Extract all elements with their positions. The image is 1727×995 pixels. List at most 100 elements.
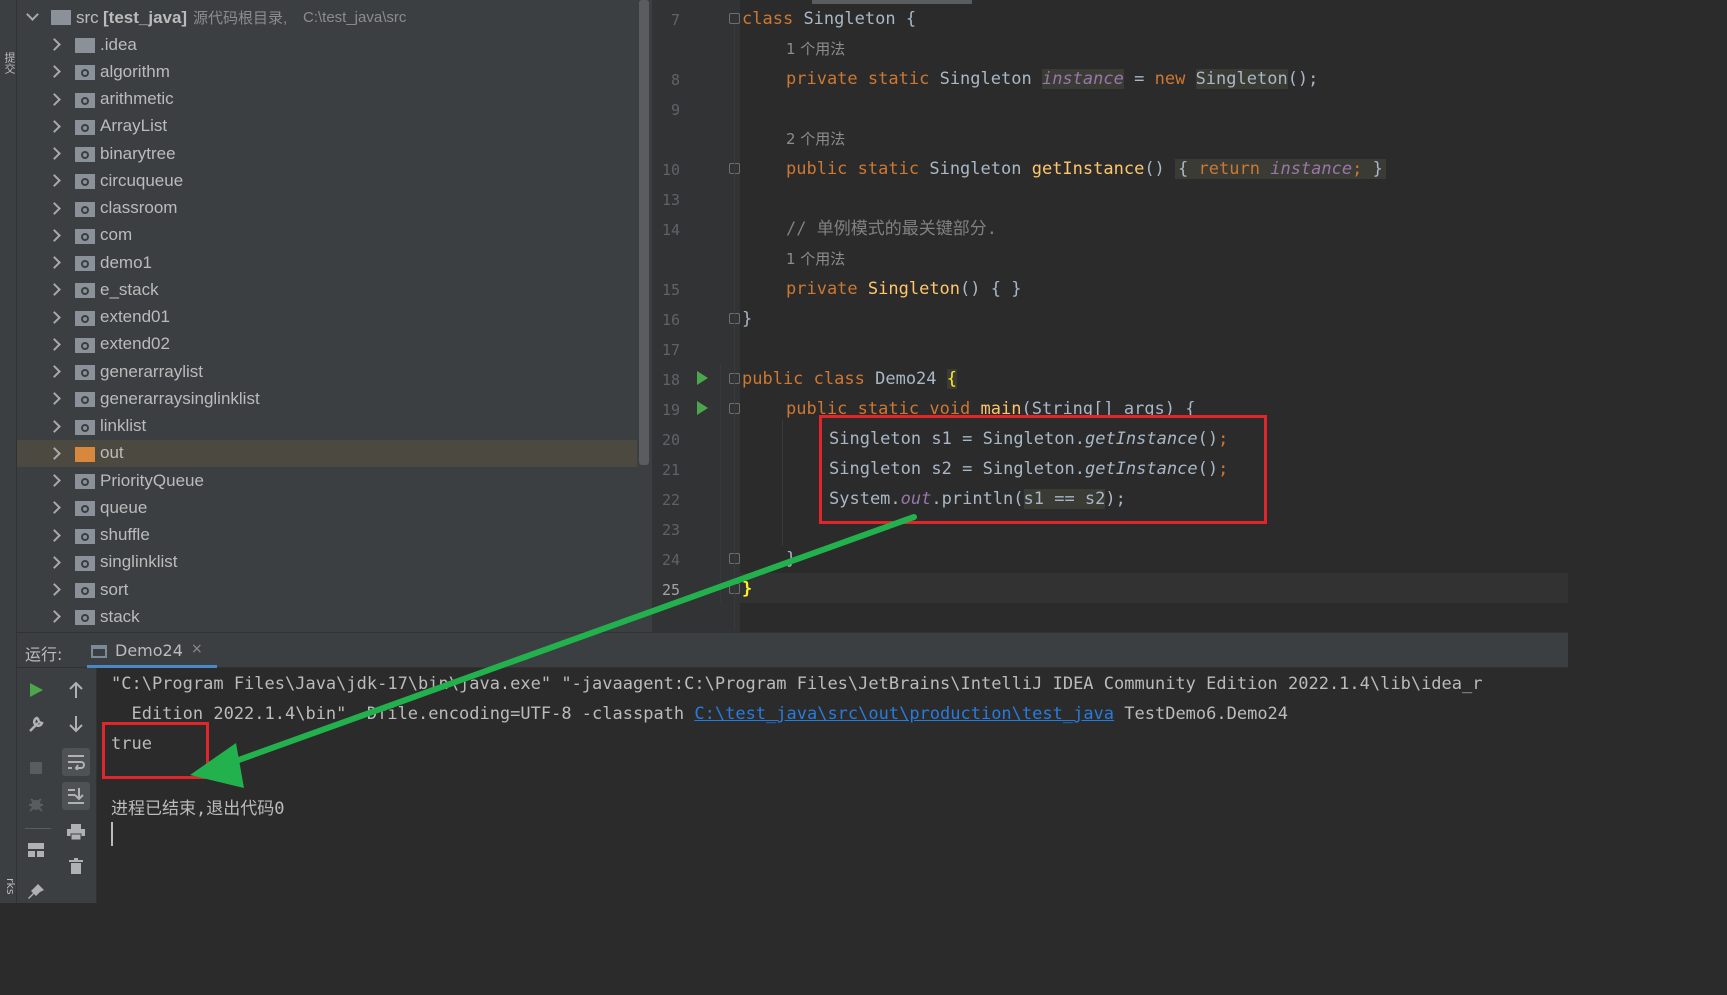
arrow-up-icon[interactable] bbox=[62, 676, 90, 704]
tree-item[interactable]: arithmetic bbox=[17, 86, 637, 113]
run-panel-header: 运行: Demo24 × bbox=[17, 632, 1568, 668]
folder-icon bbox=[75, 38, 95, 53]
excluded-folder-icon bbox=[75, 446, 95, 462]
chevron-right-icon[interactable] bbox=[48, 365, 61, 378]
print-icon[interactable] bbox=[62, 818, 90, 846]
tree-item-label: classroom bbox=[100, 198, 178, 217]
chevron-right-icon[interactable] bbox=[48, 256, 61, 269]
tree-item[interactable]: binarytree bbox=[17, 140, 637, 167]
run-class-icon[interactable] bbox=[697, 371, 708, 385]
package-icon bbox=[75, 228, 95, 244]
console-output[interactable]: "C:\Program Files\Java\jdk-17\bin\java.e… bbox=[97, 668, 1568, 903]
tree-root-src[interactable]: src [test_java] 源代码根目录, C:\test_java\src bbox=[17, 4, 637, 31]
tree-item[interactable]: .idea bbox=[17, 31, 637, 58]
chevron-right-icon[interactable] bbox=[48, 119, 61, 133]
tree-item[interactable]: shuffle bbox=[17, 522, 637, 549]
root-hint: 源代码根目录, bbox=[193, 10, 288, 27]
chevron-right-icon[interactable] bbox=[48, 474, 61, 487]
run-tab-demo24[interactable]: Demo24 × bbox=[87, 633, 217, 668]
root-name: src bbox=[76, 7, 99, 27]
tree-item[interactable]: singlinklist bbox=[17, 549, 637, 576]
run-main-icon[interactable] bbox=[697, 401, 708, 415]
line-number: 8 bbox=[670, 71, 680, 89]
chevron-right-icon[interactable] bbox=[48, 201, 61, 215]
pin-icon[interactable] bbox=[22, 878, 50, 906]
root-module: [test_java] bbox=[103, 7, 188, 27]
tree-item[interactable]: out bbox=[17, 439, 637, 467]
fold-icon[interactable] bbox=[729, 13, 740, 24]
package-icon bbox=[75, 256, 95, 271]
soft-wrap-icon[interactable] bbox=[62, 748, 90, 776]
left-tool-strip: 提交 rks bbox=[0, 0, 17, 903]
package-icon bbox=[75, 147, 95, 162]
wrench-icon[interactable] bbox=[22, 710, 50, 738]
layout-icon[interactable] bbox=[22, 836, 50, 864]
stop-icon[interactable] bbox=[22, 754, 50, 782]
chevron-right-icon[interactable] bbox=[48, 583, 61, 596]
chevron-right-icon[interactable] bbox=[48, 147, 61, 160]
code-editor[interactable]: 7 8 9 10 13 14 15 16 17 18 19 20 21 22 23 24 25 class Si… bbox=[652, 0, 1568, 632]
arrow-down-icon[interactable] bbox=[62, 710, 90, 738]
tree-item-label: com bbox=[100, 225, 133, 245]
tree-item-label: circuqueue bbox=[100, 170, 184, 190]
package-icon bbox=[75, 201, 95, 217]
tree-item[interactable]: extend02 bbox=[17, 331, 637, 358]
tree-item-label: demo1 bbox=[100, 252, 152, 272]
tree-item[interactable]: generarraysinglinklist bbox=[17, 385, 637, 412]
scroll-to-end-icon[interactable] bbox=[62, 782, 90, 810]
package-icon bbox=[75, 65, 95, 81]
tree-item[interactable]: linklist bbox=[17, 413, 637, 440]
usage-hint[interactable]: 2 个用法 bbox=[786, 124, 845, 154]
rerun-icon[interactable] bbox=[22, 676, 50, 704]
chevron-right-icon[interactable] bbox=[48, 446, 61, 460]
package-icon bbox=[75, 119, 95, 135]
tree-scrollbar[interactable] bbox=[639, 0, 649, 465]
chevron-right-icon[interactable] bbox=[48, 283, 61, 297]
usage-hint[interactable]: 1 个用法 bbox=[786, 34, 845, 64]
root-path: C:\test_java\src bbox=[303, 9, 407, 26]
tree-item-label: shuffle bbox=[100, 525, 150, 544]
chevron-right-icon[interactable] bbox=[48, 174, 61, 188]
trash-icon[interactable] bbox=[62, 852, 90, 880]
chevron-right-icon[interactable] bbox=[48, 392, 61, 406]
code-line-24: } bbox=[786, 549, 797, 569]
chevron-right-icon[interactable] bbox=[48, 337, 61, 351]
package-icon bbox=[75, 283, 95, 299]
tree-item[interactable]: PriorityQueue bbox=[17, 467, 637, 494]
console-command-line-2: Edition 2022.1.4\bin" -Dfile.encoding=UT… bbox=[111, 704, 1289, 724]
code-line-8: private static Singleton instance = new … bbox=[786, 69, 1319, 89]
toolbar-divider bbox=[25, 828, 51, 829]
tree-item[interactable]: circuqueue bbox=[17, 167, 637, 194]
tree-item[interactable]: generarraylist bbox=[17, 358, 637, 385]
bookmarks-tool-label[interactable]: rks bbox=[0, 878, 17, 895]
tree-item[interactable]: algorithm bbox=[17, 58, 637, 85]
line-number: 24 bbox=[661, 551, 680, 569]
chevron-right-icon[interactable] bbox=[48, 310, 61, 324]
commit-tool-label[interactable]: 提交 bbox=[0, 52, 17, 74]
chevron-right-icon[interactable] bbox=[48, 228, 61, 242]
chevron-right-icon[interactable] bbox=[48, 555, 61, 569]
usage-hint[interactable]: 1 个用法 bbox=[786, 244, 845, 274]
chevron-right-icon[interactable] bbox=[48, 65, 61, 79]
line-number: 13 bbox=[661, 191, 680, 209]
tree-item[interactable]: extend01 bbox=[17, 304, 637, 331]
chevron-down-icon[interactable] bbox=[26, 8, 39, 21]
tree-item[interactable]: ArrayList bbox=[17, 113, 637, 140]
tree-item[interactable]: classroom bbox=[17, 195, 637, 222]
debug-bug-icon[interactable] bbox=[22, 790, 50, 818]
chevron-right-icon[interactable] bbox=[48, 419, 61, 433]
chevron-right-icon[interactable] bbox=[48, 528, 61, 542]
chevron-right-icon[interactable] bbox=[48, 610, 61, 624]
tree-item[interactable]: demo1 bbox=[17, 249, 637, 276]
tree-item[interactable]: stack bbox=[17, 603, 637, 630]
classpath-link[interactable]: C:\test_java\src\out\production\test_jav… bbox=[694, 704, 1114, 724]
line-number: 25 bbox=[661, 581, 680, 599]
close-icon[interactable]: × bbox=[191, 641, 203, 657]
chevron-right-icon[interactable] bbox=[48, 92, 61, 106]
chevron-right-icon[interactable] bbox=[48, 501, 61, 515]
chevron-right-icon[interactable] bbox=[48, 38, 61, 51]
tree-item[interactable]: queue bbox=[17, 494, 637, 521]
tree-item[interactable]: sort bbox=[17, 576, 637, 603]
tree-item[interactable]: e_stack bbox=[17, 276, 637, 303]
tree-item[interactable]: com bbox=[17, 222, 637, 249]
